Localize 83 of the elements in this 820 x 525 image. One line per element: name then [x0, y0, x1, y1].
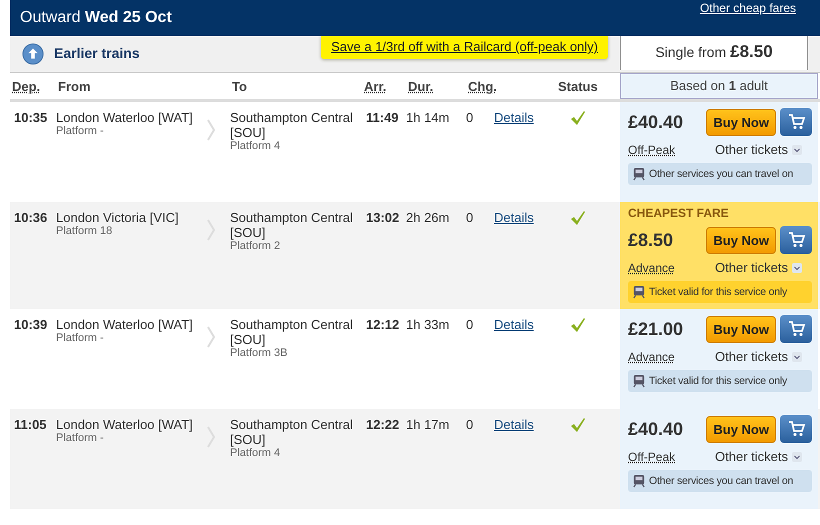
column-header: Chg.	[467, 78, 494, 94]
cart-button[interactable]	[780, 415, 812, 443]
chevron-icon	[206, 118, 216, 142]
other-tickets-dropdown[interactable]: Other tickets	[715, 142, 788, 157]
platform-label: Platform -	[56, 432, 105, 444]
column-header: To	[231, 78, 248, 94]
train-icon	[633, 285, 645, 299]
column-header: Arr.	[363, 78, 388, 94]
other-cheap-fares-link[interactable]: Other cheap fares	[700, 1, 796, 15]
buy-now-button[interactable]: Buy Now	[706, 108, 776, 136]
details-link[interactable]: Details	[494, 102, 556, 125]
cart-button[interactable]	[780, 108, 812, 136]
changes-count: 0	[466, 316, 474, 332]
chevron-icon	[206, 325, 216, 349]
column-header: Status	[557, 78, 599, 94]
cart-icon[interactable]	[786, 231, 806, 249]
departure-time: 10:39	[13, 316, 48, 332]
other-tickets-dropdown[interactable]: Other tickets	[715, 449, 788, 464]
arrival-time: 12:12	[365, 316, 400, 332]
buy-now-button[interactable]: Buy Now	[706, 416, 776, 442]
cart-icon[interactable]	[786, 420, 806, 438]
cart-button[interactable]	[780, 226, 812, 254]
platform-label: Platform 4	[230, 447, 282, 459]
passenger-summary: Based on 1 adult	[620, 73, 818, 99]
destination-station: Southampton Central [SOU]	[230, 317, 354, 347]
platform-label: Platform 2	[230, 240, 282, 252]
arrival-time: 12:22	[365, 416, 400, 432]
ticket-type-link[interactable]: Off-Peak	[628, 142, 676, 156]
buy-now-button[interactable]: Buy Now	[706, 316, 776, 342]
service-note-text: Ticket valid for this service only	[649, 375, 788, 387]
cart-button[interactable]	[780, 315, 812, 343]
details-link[interactable]: Details	[494, 202, 556, 225]
service-note-text: Other services you can travel on	[649, 475, 794, 487]
origin-station: London Waterloo [WAT]	[56, 417, 194, 432]
ticket-type-link[interactable]: Advance	[628, 350, 675, 364]
details-link[interactable]: Details	[494, 309, 556, 332]
train-icon	[633, 474, 645, 488]
platform-label: Platform 4	[230, 140, 282, 152]
platform-label: Platform -	[56, 125, 105, 137]
departure-time: 10:36	[13, 209, 48, 225]
destination-station: Southampton Central [SOU]	[230, 210, 354, 240]
other-tickets-dropdown[interactable]: Other tickets	[715, 260, 788, 275]
changes-count: 0	[466, 209, 474, 225]
origin-station: London Waterloo [WAT]	[56, 110, 194, 125]
details-link[interactable]: Details	[494, 409, 556, 432]
departure-time: 11:05	[13, 416, 48, 432]
platform-label: Platform 18	[56, 225, 114, 237]
changes-count: 0	[466, 109, 474, 125]
earlier-trains-link[interactable]: Earlier trains	[54, 45, 140, 61]
service-note-text: Ticket valid for this service only	[649, 286, 788, 298]
fare-price: £21.00	[628, 318, 684, 340]
arrival-time: 11:49	[365, 109, 400, 125]
other-tickets-dropdown[interactable]: Other tickets	[715, 349, 788, 364]
changes-count: 0	[466, 416, 474, 432]
ticket-type-link[interactable]: Advance	[628, 260, 675, 274]
departure-time: 10:35	[13, 109, 48, 125]
column-header: Dur.	[407, 78, 434, 94]
train-icon	[633, 374, 645, 388]
column-header: From	[57, 78, 92, 94]
cheapest-fare-label: CHEAPEST FARE	[628, 206, 730, 220]
train-icon	[633, 167, 645, 181]
origin-station: London Victoria [VIC]	[56, 210, 180, 225]
fare-price: £8.50	[628, 230, 674, 250]
origin-station: London Waterloo [WAT]	[56, 317, 194, 332]
buy-now-button[interactable]: Buy Now	[706, 226, 776, 254]
fare-price: £40.40	[628, 418, 684, 440]
destination-station: Southampton Central [SOU]	[230, 110, 354, 140]
platform-label: Platform -	[56, 332, 105, 344]
duration: 1h 17m	[406, 416, 450, 432]
duration: 1h 33m	[406, 316, 450, 332]
fare-price: £40.40	[628, 112, 684, 132]
cart-icon[interactable]	[786, 113, 806, 131]
duration: 2h 26m	[406, 209, 450, 225]
duration: 1h 14m	[406, 109, 450, 125]
cart-icon[interactable]	[786, 320, 806, 338]
outward-date-title: Outward Wed 25 Oct	[20, 9, 172, 27]
service-note-text: Other services you can travel on	[649, 168, 794, 180]
railcard-offer-banner[interactable]: Save a 1/3rd off with a Railcard (off-peak only)	[321, 34, 608, 59]
destination-station: Southampton Central [SOU]	[230, 417, 354, 447]
column-header: Dep.	[11, 78, 42, 94]
arrival-time: 13:02	[365, 209, 400, 225]
platform-label: Platform 3B	[230, 347, 288, 359]
ticket-type-link[interactable]: Off-Peak	[628, 450, 676, 464]
